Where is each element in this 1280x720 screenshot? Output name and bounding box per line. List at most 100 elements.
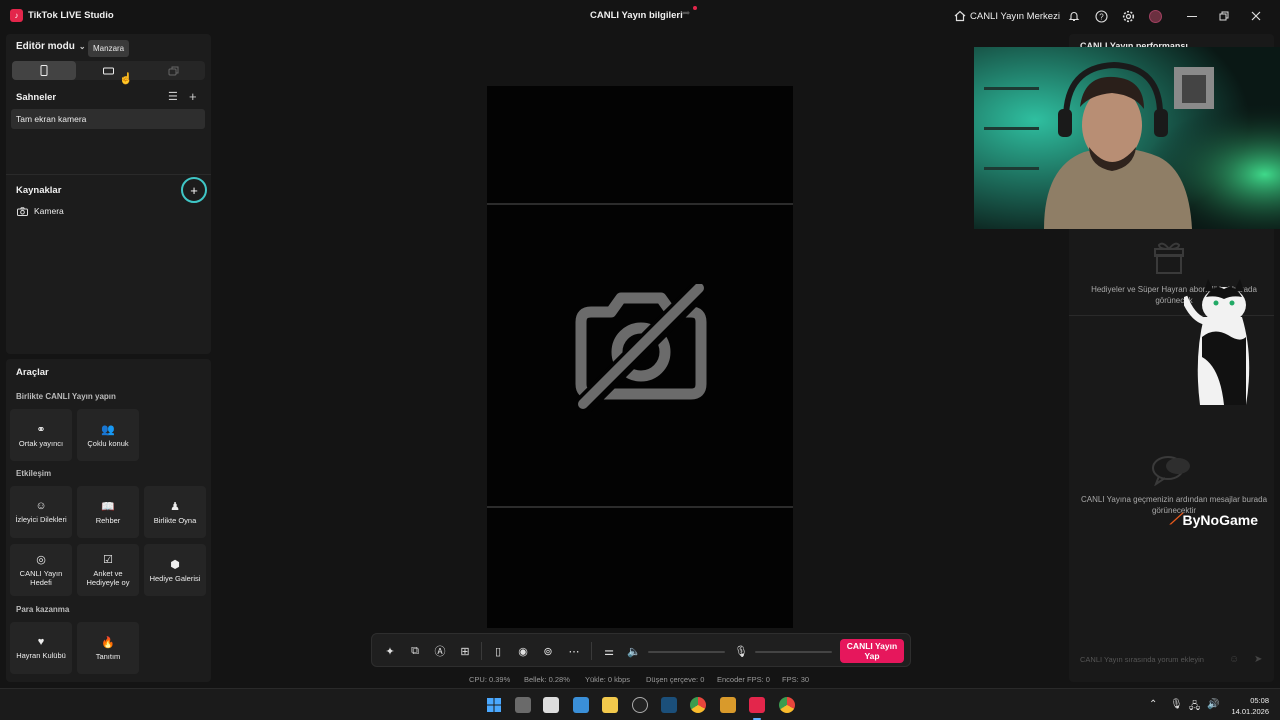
tool-fan-club[interactable]: ♥ Hayran Kulübü [10, 622, 72, 674]
tool-guide[interactable]: 📖 Rehber [77, 486, 139, 538]
scenes-panel: Editör modu ⌄ Manzara ☝ Sahneler ☰ + Tam… [6, 34, 211, 354]
preview-guide-line [487, 506, 793, 508]
replay-icon[interactable]: ⊚ [540, 643, 556, 659]
magic-wand-icon[interactable]: ✦ [382, 643, 398, 659]
add-scene-icon[interactable]: + [189, 89, 197, 104]
tool-viewer-requests[interactable]: ☺ İzleyici Dilekleri [10, 486, 72, 538]
control-bar: ✦ ⧉ Ⓐ ⊞ ▯ ◉ ⊚ ⋯ ⚌ 🔈 🎙 CANLI Yayın Yap [371, 633, 911, 667]
stat-encoder-fps: Encoder FPS: 0 [717, 675, 770, 684]
live-info-button[interactable]: CANLI Yayın bilgileri [590, 10, 683, 21]
photos-icon[interactable] [573, 697, 589, 713]
cat-sticker-image [1184, 279, 1250, 405]
book-icon: 📖 [101, 500, 115, 513]
tool-poll[interactable]: ☑ Anket ve Hediyeyle oy [77, 544, 139, 596]
media-player-icon[interactable] [720, 697, 736, 713]
editor-mode-label: Editör modu [16, 41, 75, 52]
emoji-icon[interactable]: ☺ [1229, 654, 1239, 665]
tool-label: İzleyici Dilekleri [15, 515, 67, 524]
more-icon[interactable]: ⋯ [566, 643, 582, 659]
minimize-icon[interactable] [1184, 8, 1200, 24]
tools-panel: Araçlar Birlikte CANLI Yayın yapın ⚭ Ort… [6, 359, 211, 682]
group-label-money: Para kazanma [16, 605, 70, 614]
volume-icon[interactable]: 🔊 [1207, 699, 1219, 710]
phone-icon[interactable]: ▯ [490, 643, 506, 659]
heart-icon: ♥ [37, 636, 45, 648]
share-icon[interactable]: ➦ [682, 8, 694, 20]
chrome-icon[interactable] [690, 697, 706, 713]
record-icon[interactable]: ◉ [515, 643, 531, 659]
landscape-icon [102, 67, 114, 74]
stat-cpu: CPU: 0.39% [469, 675, 511, 684]
tiktok-studio-icon[interactable] [749, 697, 765, 713]
obs-icon[interactable] [632, 697, 648, 713]
target-icon: ◎ [36, 554, 46, 566]
tool-label: Birlikte Oyna [153, 515, 197, 525]
mixer-icon[interactable]: ⚌ [601, 643, 617, 659]
chrome-profile-icon[interactable] [779, 697, 795, 713]
preview-guide-line [487, 203, 793, 205]
cursor-icon: ☝ [119, 73, 133, 85]
clock-time: 05:08 [1250, 696, 1269, 705]
source-label: Kamera [34, 206, 64, 216]
network-icon[interactable]: 🖧 [1189, 699, 1200, 716]
live-center-button[interactable]: CANLI Yayın Merkezi [954, 8, 1060, 24]
tool-label: CANLI Yayın Hedefi [19, 569, 63, 587]
tool-live-goal[interactable]: ◎ CANLI Yayın Hedefi [10, 544, 72, 596]
flame-icon: 🔥 [101, 636, 115, 649]
microphone-tray-icon[interactable]: 🎙 [1170, 699, 1183, 710]
portrait-button[interactable] [12, 61, 76, 80]
ai-icon[interactable]: Ⓐ [432, 643, 448, 659]
group-label-interact: Etkileşim [16, 469, 52, 478]
microphone-icon[interactable]: 🎙 [733, 643, 749, 659]
stat-memory: Bellek: 0.28% [524, 675, 570, 684]
windows-start-icon[interactable] [486, 697, 502, 713]
chevron-down-icon: ⌄ [78, 42, 86, 51]
avatar[interactable] [1147, 8, 1163, 24]
tool-promote[interactable]: 🔥 Tanıtım [77, 622, 139, 674]
mic-volume-slider[interactable] [755, 651, 832, 653]
list-icon[interactable]: ☰ [168, 90, 178, 103]
restore-icon[interactable] [1216, 8, 1232, 24]
orientation-switch [12, 61, 205, 80]
stream-preview[interactable] [487, 86, 793, 628]
file-explorer-icon[interactable] [602, 697, 618, 713]
screen-share-icon[interactable]: ⧉ [407, 643, 423, 659]
dual-button[interactable] [141, 61, 205, 80]
clock[interactable]: 05:08 14.01.2026 [1229, 695, 1269, 717]
settings-icon[interactable] [1120, 8, 1136, 24]
tools-title: Araçlar [16, 367, 49, 378]
webcam-feed-image [974, 47, 1280, 229]
task-view-icon[interactable] [515, 697, 531, 713]
sources-title: Kaynaklar [16, 185, 62, 196]
bell-icon[interactable] [1066, 8, 1082, 24]
tool-label: Hediye Galerisi [149, 573, 201, 583]
play-together-icon: ♟ [170, 500, 180, 513]
group-label-collab: Birlikte CANLI Yayın yapın [16, 392, 116, 401]
editor-mode-dropdown[interactable]: Editör modu ⌄ [16, 41, 86, 52]
speaker-icon[interactable]: 🔈 [626, 643, 642, 659]
tool-play-together[interactable]: ♟ Birlikte Oyna [144, 486, 206, 538]
phone-icon [40, 65, 48, 76]
scenes-title: Sahneler [16, 92, 57, 103]
source-item-camera[interactable]: Kamera [17, 206, 64, 216]
tool-gift-gallery[interactable]: ⬢ Hediye Galerisi [144, 544, 206, 596]
send-icon[interactable]: ➤ [1254, 654, 1262, 665]
app-icon[interactable] [543, 697, 559, 713]
scene-item[interactable]: Tam ekran kamera [11, 109, 205, 129]
add-media-icon[interactable]: ⊞ [457, 643, 473, 659]
tool-label: Tanıtım [95, 651, 121, 661]
close-icon[interactable] [1248, 8, 1264, 24]
speaker-volume-slider[interactable] [648, 651, 725, 653]
live-center-label: CANLI Yayın Merkezi [970, 10, 1060, 22]
steam-icon[interactable] [661, 697, 677, 713]
go-live-button[interactable]: CANLI Yayın Yap [840, 639, 904, 663]
add-source-button[interactable]: + [181, 177, 207, 203]
camera-off-icon [575, 284, 707, 412]
help-icon[interactable]: ? [1093, 8, 1109, 24]
tool-cohost[interactable]: ⚭ Ortak yayıncı [10, 409, 72, 461]
bynogame-logo-icon: ⟋ [1170, 511, 1181, 528]
chevron-up-icon[interactable]: ⌃ [1149, 699, 1157, 710]
tool-multi-guest[interactable]: 👥 Çoklu konuk [77, 409, 139, 461]
separator [481, 642, 482, 660]
comment-input[interactable]: CANLI Yayın sırasında yorum ekleyin [1075, 650, 1235, 670]
